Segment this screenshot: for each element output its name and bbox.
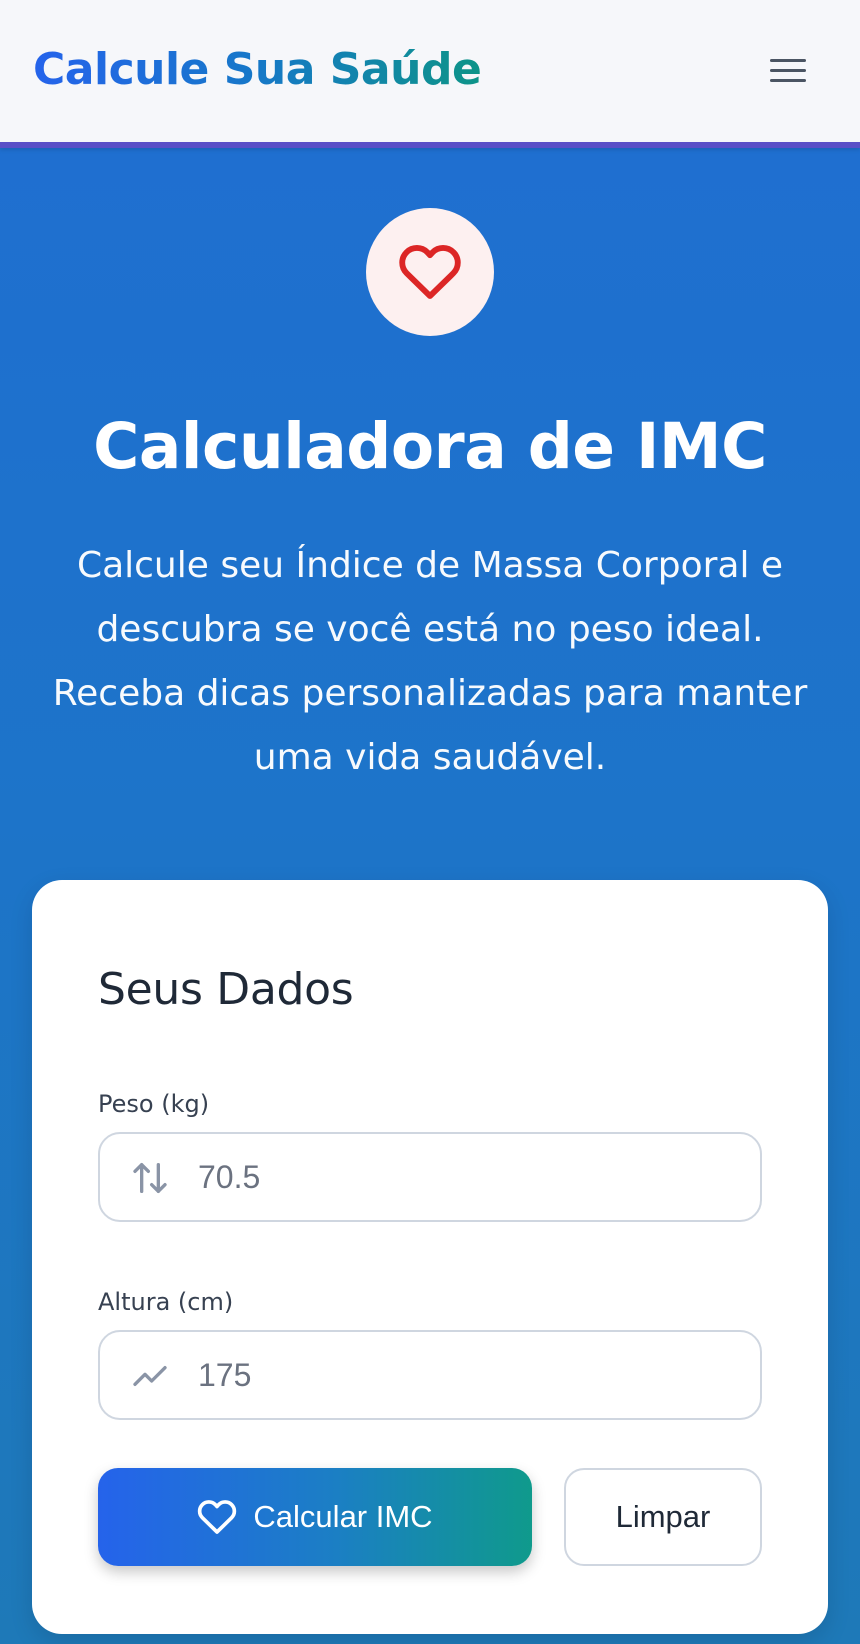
height-label: Altura (cm): [98, 1288, 234, 1316]
height-input[interactable]: [198, 1350, 738, 1400]
hamburger-menu-icon: [770, 59, 806, 82]
height-field: [98, 1330, 762, 1420]
heart-icon: [399, 245, 461, 299]
clear-button[interactable]: Limpar: [564, 1468, 762, 1566]
weight-field: [98, 1132, 762, 1222]
hero-section: Calculadora de IMC Calcule seu Índice de…: [0, 148, 860, 1644]
heart-icon: [198, 1500, 237, 1534]
hero-icon-badge: [366, 208, 494, 336]
calculate-bmi-button[interactable]: Calcular IMC: [98, 1468, 532, 1566]
weight-label: Peso (kg): [98, 1090, 210, 1118]
form-title: Seus Dados: [98, 964, 354, 1015]
bmi-form-card: Seus Dados Peso (kg) Altura (cm) Calcula…: [32, 880, 828, 1634]
weight-input[interactable]: [198, 1152, 738, 1202]
page-title: Calculadora de IMC: [93, 410, 767, 483]
calculate-bmi-label: Calcular IMC: [253, 1499, 433, 1534]
trending-up-icon: [133, 1366, 167, 1386]
brand-logo[interactable]: Calcule Sua Saúde: [33, 44, 482, 95]
arrows-up-down-icon: [133, 1163, 167, 1193]
hero-description: Calcule seu Índice de Massa Corporal e d…: [52, 545, 808, 778]
menu-button[interactable]: [770, 54, 806, 86]
site-header: Calcule Sua Saúde: [0, 0, 860, 148]
